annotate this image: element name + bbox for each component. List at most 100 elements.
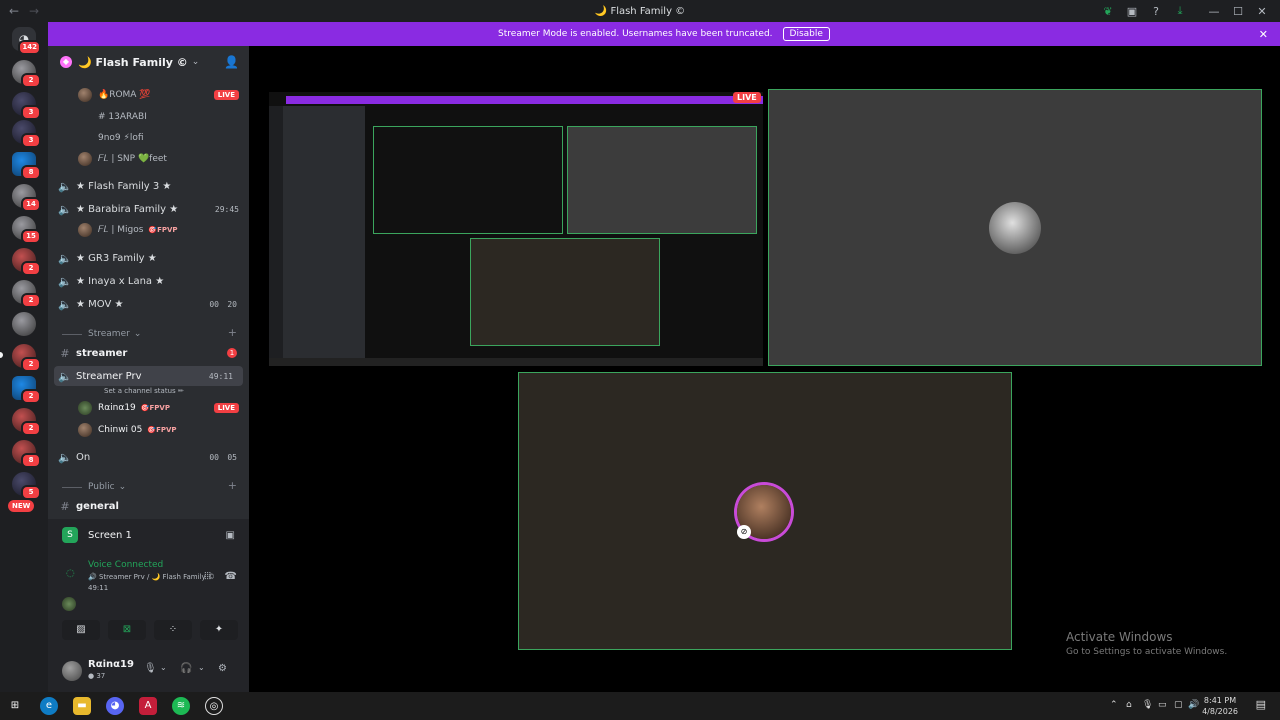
inbox-icon[interactable]: ▣ xyxy=(1120,5,1144,18)
back-arrow-icon[interactable]: ← xyxy=(6,4,22,18)
volume-icon[interactable]: 🔊 xyxy=(1188,700,1199,710)
text-channel-streamer[interactable]: # streamer 1 xyxy=(58,343,249,363)
help-icon[interactable]: ? xyxy=(1144,5,1168,18)
server-icon[interactable]: 15 xyxy=(12,216,41,244)
server-icon[interactable]: 2 xyxy=(12,344,41,372)
voice-user-name: 9no9 ⚡lofi xyxy=(98,133,144,143)
popout-icon[interactable]: ▣ xyxy=(226,530,235,541)
server-icon[interactable]: 3 xyxy=(12,120,41,148)
spotify-icon[interactable]: ≋ xyxy=(172,697,190,715)
app-icon[interactable]: ◎ xyxy=(205,697,223,715)
text-channel-general[interactable]: # general xyxy=(58,496,259,516)
server-badge: 14 xyxy=(21,197,41,212)
microphone-icon[interactable]: 🎙 xyxy=(1142,700,1153,710)
signal-icon[interactable]: ◌ xyxy=(66,568,75,579)
add-channel-icon[interactable]: + xyxy=(228,479,237,492)
clock-time: 8:41 PM xyxy=(1203,696,1237,705)
settings-gear-icon[interactable]: ⚙ xyxy=(218,663,227,674)
close-window-button[interactable]: ✕ xyxy=(1250,5,1274,18)
voice-user[interactable]: 9no9 ⚡lofi xyxy=(98,129,144,147)
share-screen-icon[interactable]: ⊠ xyxy=(108,620,146,640)
file-explorer-icon[interactable]: ▬ xyxy=(73,697,91,715)
server-badge: 2 xyxy=(21,357,41,372)
category-streamer[interactable]: Streamer ⌄ xyxy=(62,327,141,341)
server-badge: 2 xyxy=(21,293,41,308)
server-icon[interactable]: 2 xyxy=(12,408,41,436)
category-label: Public xyxy=(88,482,115,492)
chevron-down-icon[interactable]: ⌄ xyxy=(160,663,167,672)
headphones-icon[interactable]: 🎧 xyxy=(180,663,192,674)
watermark-subtitle: Go to Settings to activate Windows. xyxy=(1066,647,1228,657)
minimize-button[interactable]: — xyxy=(1202,5,1226,18)
nitro-leaf-icon[interactable]: ❦ xyxy=(1096,5,1120,18)
app-icon[interactable]: A xyxy=(139,697,157,715)
voice-channel[interactable]: 🔈 On 00 05 xyxy=(58,447,249,467)
voice-user[interactable]: Rαinα19 🎯FPVP xyxy=(78,399,170,417)
server-icon[interactable]: 2 xyxy=(12,280,41,308)
user-tag: 🎯FPVP xyxy=(148,226,178,234)
channel-name: ★ MOV ★ xyxy=(76,298,124,310)
channel-name: ★ Flash Family 3 ★ xyxy=(76,180,172,192)
windows-start-icon[interactable]: ⊞ xyxy=(6,697,24,715)
download-icon[interactable]: ⤓ xyxy=(1168,4,1192,18)
disable-button[interactable]: Disable xyxy=(782,27,830,41)
channel-sidebar: ◆ 🌙 Flash Family © ⌄ 👤 🔥ROMA 💯 LIVE # 13… xyxy=(48,22,249,692)
voice-user[interactable]: 🔥ROMA 💯 xyxy=(78,86,151,104)
activities-icon[interactable]: ⁘ xyxy=(154,620,192,640)
server-icon[interactable]: 2 xyxy=(12,248,41,276)
server-icon[interactable]: 8 xyxy=(12,152,41,180)
camera-off-icon[interactable]: ▨ xyxy=(62,620,100,640)
chevron-down-icon[interactable]: ⌄ xyxy=(198,663,205,672)
screen-share-stream[interactable] xyxy=(269,92,763,366)
server-icon[interactable]: 14 xyxy=(12,184,41,212)
close-icon[interactable]: ✕ xyxy=(1259,28,1268,41)
server-badge: 2 xyxy=(21,421,41,436)
voice-channel[interactable]: 🔈 ★ Barabira Family ★ 29:45 xyxy=(58,199,249,219)
avatar xyxy=(62,597,76,611)
voice-channel[interactable]: 🔈 ★ Inaya x Lana ★ xyxy=(58,271,259,291)
voice-channel[interactable]: 🔈 ★ GR3 Family ★ xyxy=(58,248,259,268)
noise-suppression-icon[interactable]: ⦙⦙⦙ xyxy=(204,571,211,582)
voice-user[interactable]: 𝐹𝐿 | SNP 💚feet xyxy=(78,150,167,168)
discord-icon[interactable]: ◕ xyxy=(106,697,124,715)
maximize-button[interactable]: ☐ xyxy=(1226,5,1250,18)
server-icon[interactable] xyxy=(12,312,36,336)
avatar xyxy=(78,401,92,415)
microphone-icon[interactable]: 🎙 xyxy=(144,663,157,674)
soundboard-icon[interactable]: ✦ xyxy=(200,620,238,640)
server-icon[interactable]: 8 xyxy=(12,440,41,468)
display-icon[interactable]: ▢ xyxy=(1174,700,1183,710)
wifi-icon[interactable]: ▭ xyxy=(1158,700,1167,710)
add-channel-icon[interactable]: + xyxy=(228,326,237,339)
forward-arrow-icon[interactable]: → xyxy=(26,4,42,18)
voice-user[interactable]: Chinwi 05 🎯FPVP xyxy=(78,421,177,439)
system-clock[interactable]: 8:41 PM 4/8/2026 xyxy=(1202,695,1238,717)
server-icon[interactable]: 5 xyxy=(12,472,41,500)
server-icon[interactable]: 2 xyxy=(12,376,41,404)
voice-location[interactable]: 🔊 Streamer Prv / 🌙 Flash Family © xyxy=(88,573,215,581)
disconnect-icon[interactable]: ☎ xyxy=(225,571,237,582)
voice-user-name: 𝐹𝐿 | Migos xyxy=(98,225,144,235)
server-icon[interactable]: 3 xyxy=(12,92,41,120)
server-badge: 8 xyxy=(21,453,41,468)
notifications-icon[interactable]: ▤ xyxy=(1256,698,1266,711)
network-icon[interactable]: ⌂ xyxy=(1126,700,1132,710)
channel-status[interactable]: Set a channel status ✏ xyxy=(104,382,184,400)
discord-home-icon[interactable]: ◕ 142 xyxy=(12,27,41,55)
voice-connected-panel: ◌ Voice Connected 🔊 Streamer Prv / 🌙 Fla… xyxy=(48,551,249,651)
screen-share-panel[interactable]: S Screen 1 ▣ xyxy=(48,519,249,551)
voice-channel[interactable]: 🔈 ★ Flash Family 3 ★ xyxy=(58,176,259,196)
server-badge: 2 xyxy=(21,73,41,88)
video-tile[interactable] xyxy=(768,89,1262,366)
video-tile[interactable]: ⊘ xyxy=(518,372,1012,650)
voice-user[interactable]: # 13ARABI xyxy=(98,108,147,126)
voice-user[interactable]: 𝐹𝐿 | Migos 🎯FPVP xyxy=(78,221,178,239)
guild-header[interactable]: ◆ 🌙 Flash Family © ⌄ 👤 xyxy=(48,46,249,78)
chevron-up-icon[interactable]: ⌃ xyxy=(1110,700,1118,710)
server-icon[interactable]: 2 xyxy=(12,60,41,88)
invite-people-icon[interactable]: 👤 xyxy=(224,55,239,69)
edge-icon[interactable]: e xyxy=(40,697,58,715)
voice-channel[interactable]: 🔈 ★ MOV ★ 00 20 xyxy=(58,294,249,314)
user-avatar[interactable] xyxy=(62,661,82,681)
category-public[interactable]: Public ⌄ xyxy=(62,480,126,494)
